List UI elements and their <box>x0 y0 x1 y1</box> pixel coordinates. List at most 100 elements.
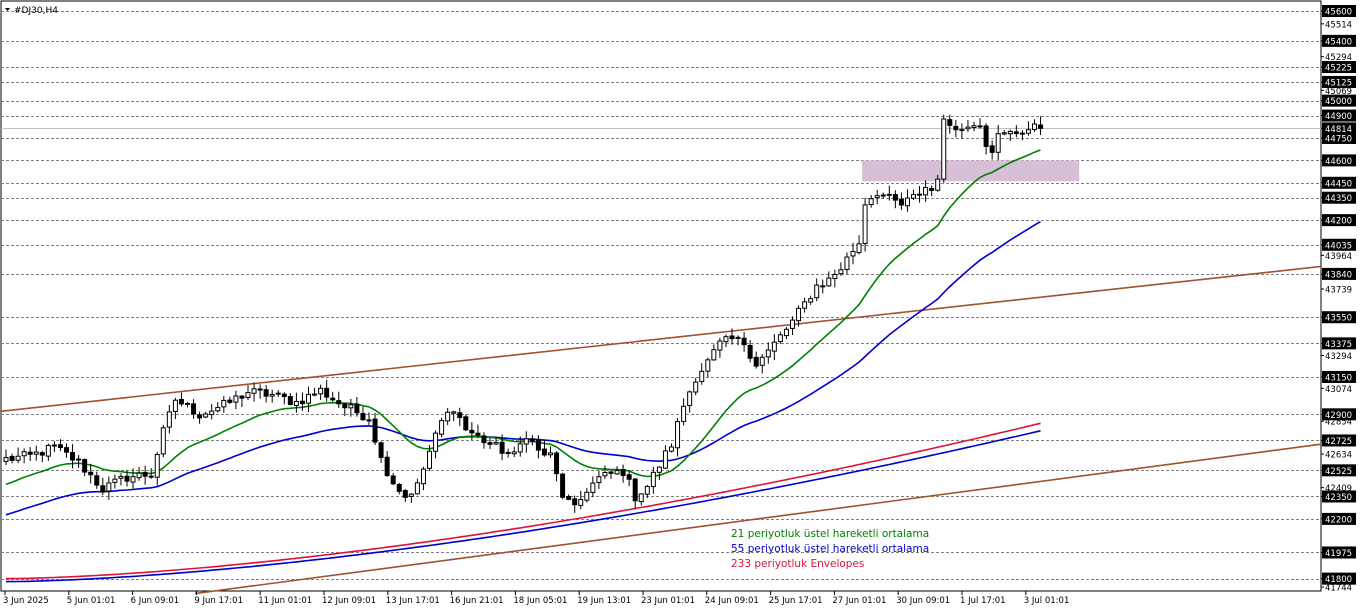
candle-body <box>578 499 584 506</box>
candle-body <box>669 446 674 452</box>
candle-body <box>51 444 57 447</box>
candle[interactable] <box>560 472 566 500</box>
candle-body <box>850 251 856 257</box>
candle-body <box>560 473 566 498</box>
candle-body <box>360 412 366 421</box>
candle-body <box>717 340 723 351</box>
candle-body <box>590 482 596 493</box>
candle-body <box>45 444 51 457</box>
time-label: 11 Jun 01:01 <box>258 596 312 606</box>
candle-body <box>729 335 735 340</box>
candle-body <box>172 399 178 412</box>
candle-body <box>420 468 426 485</box>
candle-body <box>723 336 729 343</box>
candle-body <box>911 194 916 199</box>
price-label: 43375 <box>1325 340 1352 350</box>
price-axis[interactable]: 4560045514454004529445225451254506945000… <box>1321 5 1356 594</box>
candle-body <box>390 475 396 485</box>
candle-body <box>112 478 118 483</box>
candle-body <box>324 387 330 398</box>
candle-body <box>832 274 838 279</box>
candle-body <box>995 133 1001 153</box>
candle-body <box>953 125 959 131</box>
candle-body <box>299 400 305 405</box>
price-chart[interactable]: 4560045514454004529445225451254506945000… <box>0 0 1362 611</box>
candle[interactable] <box>463 414 469 432</box>
price-label: 45600 <box>1325 8 1352 18</box>
candle-body <box>106 482 112 492</box>
price-label: 45400 <box>1325 37 1352 47</box>
candle-body <box>638 493 644 503</box>
candle[interactable] <box>439 417 445 438</box>
time-label: 19 Jun 13:01 <box>577 596 631 606</box>
time-label: 3 Jun 2025 <box>3 596 49 606</box>
candle-body <box>989 145 995 153</box>
price-label: 41744 <box>1325 584 1352 594</box>
candle-body <box>602 472 608 477</box>
price-label: 44600 <box>1325 157 1352 167</box>
price-label: 44900 <box>1325 112 1352 122</box>
candle[interactable] <box>941 114 947 183</box>
candle-body <box>118 475 124 479</box>
candle[interactable] <box>862 197 868 252</box>
candle-body <box>790 319 795 329</box>
time-label: 24 Jun 09:01 <box>705 596 759 606</box>
candle-body <box>372 418 378 443</box>
candle-body <box>88 471 94 476</box>
candle-body <box>771 341 777 352</box>
chart-window[interactable]: 45600 45514 45400 45294 45225 45125 45069 45000… <box>0 0 1362 611</box>
candle-body <box>178 399 184 405</box>
candle-body <box>1032 123 1037 130</box>
time-label: 18 Jun 05:01 <box>513 596 567 606</box>
candle-body <box>711 349 717 361</box>
candle-body <box>892 194 898 201</box>
candle-body <box>505 451 511 454</box>
price-label: 43840 <box>1325 270 1352 280</box>
time-axis[interactable]: 3 Jun 2025 5 Jun 01:01 6 Jun 09:01 9 Jun 17… <box>3 591 1069 606</box>
candle-body <box>693 381 699 393</box>
candle-body <box>535 440 541 451</box>
price-label: 42854 <box>1325 418 1352 428</box>
candle-body <box>275 392 281 395</box>
candle-body <box>965 126 971 130</box>
candle-body <box>203 413 209 418</box>
candle-body <box>378 442 384 458</box>
candle-body <box>699 370 705 382</box>
candle-body <box>281 393 287 398</box>
candle-body <box>566 496 572 500</box>
candle-body <box>293 400 299 406</box>
candle-body <box>656 466 662 473</box>
candle-body <box>414 482 420 495</box>
candle-body <box>1019 132 1025 135</box>
candle-body <box>287 396 293 406</box>
price-label: 43074 <box>1325 385 1352 395</box>
candle-body <box>814 284 820 299</box>
candle-body <box>747 344 753 359</box>
candle-body <box>221 399 227 408</box>
zone-rectangle[interactable] <box>862 160 1080 182</box>
candle-body <box>1001 132 1007 135</box>
candle-body <box>874 195 880 199</box>
candle[interactable] <box>160 424 166 458</box>
candle-body <box>735 336 741 339</box>
price-label: 42525 <box>1325 467 1352 477</box>
price-label: 44350 <box>1325 194 1352 204</box>
candle-body <box>330 397 336 401</box>
plot-area[interactable] <box>0 0 1322 592</box>
candle-body <box>862 204 868 244</box>
candle-body <box>463 416 469 431</box>
candle-body <box>614 470 620 475</box>
candle-body <box>215 407 221 412</box>
candle-body <box>632 478 638 502</box>
candle-body <box>898 198 904 206</box>
candle-body <box>154 454 160 478</box>
candle-body <box>166 411 172 428</box>
candle-body <box>572 498 578 506</box>
candle-body <box>868 198 874 206</box>
candle-body <box>197 414 203 419</box>
candle-body <box>148 475 154 478</box>
candle-body <box>239 395 245 399</box>
supply-demand-zone[interactable] <box>862 160 1080 182</box>
candle-body <box>687 391 693 406</box>
candle-body <box>312 393 318 396</box>
